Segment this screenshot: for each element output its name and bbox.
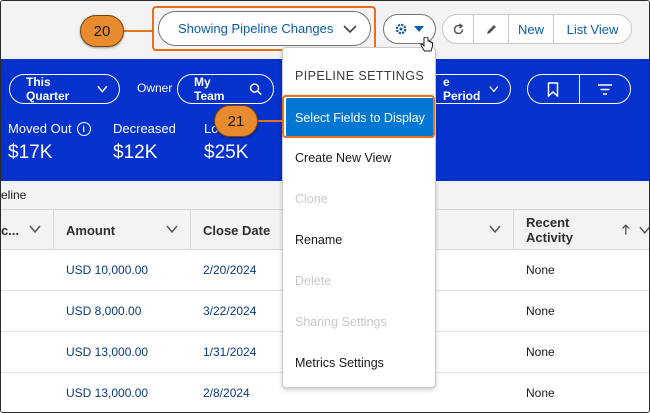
view-actions <box>527 74 631 104</box>
new-button[interactable]: New <box>508 14 554 44</box>
menu-header: PIPELINE SETTINGS <box>295 69 425 83</box>
callout-badge: 20 <box>80 15 124 47</box>
amount-cell: USD 13,000.00 <box>66 386 149 400</box>
column-header-close-date[interactable]: Close Date <box>191 210 287 250</box>
column-header[interactable] <box>436 210 514 250</box>
callout-connector <box>124 30 154 32</box>
callout-number: 20 <box>93 22 111 40</box>
recent-activity-cell: None <box>526 345 555 359</box>
menu-item-delete: Delete <box>295 274 332 288</box>
chevron-down-icon <box>639 226 649 235</box>
list-view-button-label: List View <box>566 21 619 37</box>
chevron-down-icon <box>166 225 178 234</box>
compare-period-filter[interactable]: e Period <box>426 74 511 104</box>
bookmark-button[interactable] <box>528 75 580 103</box>
metric-label: Moved Out <box>8 121 72 136</box>
recent-activity-cell: None <box>526 304 555 318</box>
column-header-amount[interactable]: Amount <box>54 210 191 250</box>
close-date-cell: 1/31/2024 <box>203 345 257 359</box>
refresh-button[interactable] <box>442 14 474 44</box>
column-label: Recent Activity <box>526 215 573 245</box>
column-header[interactable]: c... <box>1 210 54 250</box>
chevron-down-icon <box>29 225 41 234</box>
recent-activity-cell: None <box>526 263 555 277</box>
amount-cell: USD 8,000.00 <box>66 304 142 318</box>
metric-label: Decreased <box>113 121 176 136</box>
owner-filter-label: My Team <box>194 75 225 103</box>
owner-label: Owner <box>137 81 173 95</box>
compare-period-label: e Period <box>443 75 481 103</box>
chevron-down-icon <box>489 86 499 93</box>
callout-badge: 21 <box>214 105 258 137</box>
menu-item-sharing-settings: Sharing Settings <box>295 315 387 329</box>
refresh-icon <box>453 22 463 34</box>
metric-value: $17K <box>8 142 53 163</box>
search-icon <box>249 83 262 96</box>
column-label: c... <box>1 222 20 238</box>
amount-cell: USD 13,000.00 <box>66 345 149 359</box>
period-filter-label: This Quarter <box>26 75 70 103</box>
pencil-icon <box>486 24 496 34</box>
new-button-label: New <box>517 21 544 37</box>
filter-button[interactable] <box>580 75 631 103</box>
metric-value: $25K <box>204 142 249 163</box>
menu-item-metrics-settings[interactable]: Metrics Settings <box>283 343 435 383</box>
pipeline-label: eline <box>1 188 27 202</box>
menu-item-clone: Clone <box>295 192 328 206</box>
app-frame: Showing Pipeline Changes 20 New List Vie… <box>0 0 650 413</box>
arrow-up-icon <box>621 224 630 235</box>
callout-number: 21 <box>227 112 245 130</box>
owner-filter[interactable]: My Team <box>177 74 274 104</box>
metric-moved-out: Moved Out i $17K <box>8 121 91 164</box>
column-label: Amount <box>66 222 116 238</box>
hand-cursor-icon <box>420 37 433 52</box>
amount-cell: USD 10,000.00 <box>66 263 149 277</box>
menu-item-create-new-view[interactable]: Create New View <box>283 138 435 178</box>
menu-item-rename[interactable]: Rename <box>283 220 435 260</box>
close-date-cell: 2/20/2024 <box>203 263 257 277</box>
metric-value: $12K <box>113 142 158 163</box>
close-date-cell: 2/8/2024 <box>203 386 250 400</box>
bookmark-icon <box>548 81 559 97</box>
gear-icon <box>395 23 407 35</box>
column-label: Close Date <box>203 222 271 238</box>
recent-activity-cell: None <box>526 386 555 400</box>
chevron-down-icon <box>97 85 108 93</box>
list-view-button[interactable]: List View <box>553 14 632 44</box>
column-header-recent-activity[interactable]: Recent Activity <box>514 210 649 250</box>
menu-item-highlight <box>282 95 435 138</box>
close-date-cell: 3/22/2024 <box>203 304 257 318</box>
view-selector-highlight <box>152 6 376 51</box>
metric-decreased: Decreased $12K <box>113 121 176 164</box>
period-filter[interactable]: This Quarter <box>9 74 120 104</box>
info-icon[interactable]: i <box>76 121 91 136</box>
filter-lines-icon <box>597 83 612 95</box>
edit-button[interactable] <box>473 14 509 44</box>
chevron-down-icon <box>489 225 501 234</box>
callout-connector <box>258 120 284 122</box>
caret-down-icon <box>414 26 424 32</box>
